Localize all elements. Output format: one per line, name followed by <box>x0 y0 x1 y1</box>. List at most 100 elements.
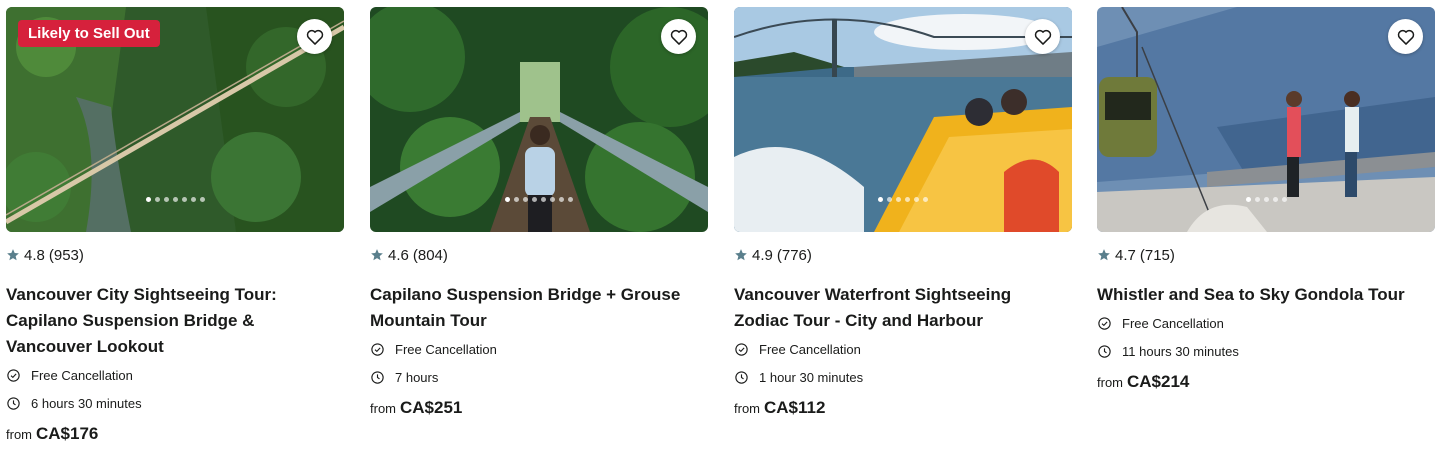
wishlist-heart-button[interactable] <box>661 19 696 54</box>
price-prefix: from <box>1097 375 1123 390</box>
tour-title-link[interactable]: Whistler and Sea to Sky Gondola Tour <box>1097 282 1427 308</box>
carousel-dot[interactable] <box>878 197 883 202</box>
cancellation-label: Free Cancellation <box>759 341 861 357</box>
carousel-dot[interactable] <box>923 197 928 202</box>
tour-card[interactable]: 4.9 (776) Vancouver Waterfront Sightseei… <box>734 7 1072 418</box>
duration-row: 7 hours <box>370 368 708 386</box>
carousel-dot[interactable] <box>1245 197 1251 202</box>
price-amount: CA$112 <box>764 398 826 417</box>
tour-card[interactable]: 4.6 (804) Capilano Suspension Bridge + G… <box>370 7 708 418</box>
clock-icon <box>1098 344 1111 358</box>
tour-title-link[interactable]: Vancouver Waterfront Sightseeing Zodiac … <box>734 282 1064 334</box>
rating-row: 4.8 (953) <box>6 245 344 265</box>
carousel-dot[interactable] <box>896 197 901 202</box>
price-amount: CA$251 <box>400 398 463 417</box>
rating-row: 4.9 (776) <box>734 245 1072 265</box>
star-icon <box>1098 249 1110 261</box>
cancellation-label: Free Cancellation <box>1122 315 1224 331</box>
carousel-dot[interactable] <box>1263 197 1269 202</box>
star-icon <box>371 249 383 261</box>
price-prefix: from <box>6 427 32 442</box>
cancellation-label: Free Cancellation <box>395 341 497 357</box>
clock-icon <box>735 370 748 384</box>
wishlist-heart-button[interactable] <box>297 19 332 54</box>
rating-row: 4.7 (715) <box>1097 245 1435 265</box>
star-icon <box>7 249 19 261</box>
carousel-dot[interactable] <box>1281 197 1287 202</box>
tour-card[interactable]: Likely to Sell Out 4.8 (953) Vancouver C… <box>6 7 344 444</box>
cancellation-label: Free Cancellation <box>31 367 133 383</box>
likely-to-sell-out-badge: Likely to Sell Out <box>18 20 160 47</box>
duration-row: 6 hours 30 minutes <box>6 394 344 412</box>
price-row: from CA$214 <box>1097 372 1435 392</box>
tour-title-link[interactable]: Capilano Suspension Bridge + Grouse Moun… <box>370 282 700 334</box>
carousel-dot[interactable] <box>199 197 205 202</box>
heart-icon <box>1034 29 1051 45</box>
duration-label: 11 hours 30 minutes <box>1122 343 1239 359</box>
clock-icon <box>7 396 20 410</box>
wishlist-heart-button[interactable] <box>1388 19 1423 54</box>
carousel-dot[interactable] <box>559 197 564 202</box>
check-circle-icon <box>735 342 748 356</box>
tour-photo-gondola[interactable] <box>1097 7 1435 232</box>
duration-label: 7 hours <box>395 369 439 385</box>
duration-row: 1 hour 30 minutes <box>734 368 1072 386</box>
tour-card[interactable]: 4.7 (715) Whistler and Sea to Sky Gondol… <box>1097 7 1435 392</box>
duration-label: 6 hours 30 minutes <box>31 395 142 411</box>
heart-icon <box>306 29 323 45</box>
price-row: from CA$112 <box>734 398 1072 418</box>
rating-value: 4.9 <box>752 246 773 264</box>
star-icon <box>735 249 747 261</box>
carousel-dots <box>370 197 708 202</box>
carousel-dot[interactable] <box>172 197 178 202</box>
review-count: (804) <box>412 246 448 264</box>
carousel-dot[interactable] <box>145 197 151 202</box>
carousel-dot[interactable] <box>905 197 910 202</box>
carousel-dot[interactable] <box>541 197 546 202</box>
carousel-dot[interactable] <box>163 197 169 202</box>
free-cancellation-row: Free Cancellation <box>370 340 708 358</box>
clock-icon <box>371 370 384 384</box>
carousel-dot[interactable] <box>532 197 537 202</box>
rating-value: 4.6 <box>388 246 409 264</box>
free-cancellation-row: Free Cancellation <box>734 340 1072 358</box>
free-cancellation-row: Free Cancellation <box>1097 314 1435 332</box>
carousel-dot[interactable] <box>550 197 555 202</box>
heart-icon <box>1397 29 1414 45</box>
price-amount: CA$176 <box>36 424 99 443</box>
review-count: (776) <box>776 246 812 264</box>
free-cancellation-row: Free Cancellation <box>6 366 344 384</box>
carousel-dot[interactable] <box>1254 197 1260 202</box>
wishlist-heart-button[interactable] <box>1025 19 1060 54</box>
check-circle-icon <box>1098 316 1111 330</box>
price-prefix: from <box>370 401 396 416</box>
carousel-dot[interactable] <box>523 197 528 202</box>
carousel-dot[interactable] <box>154 197 160 202</box>
price-amount: CA$214 <box>1127 372 1190 391</box>
tour-photo-hiker-bridge[interactable] <box>370 7 708 232</box>
carousel-dot[interactable] <box>181 197 187 202</box>
carousel-dot[interactable] <box>514 197 519 202</box>
rating-value: 4.8 <box>24 246 45 264</box>
price-row: from CA$176 <box>6 424 344 444</box>
review-count: (953) <box>48 246 84 264</box>
check-circle-icon <box>371 342 384 356</box>
review-count: (715) <box>1139 246 1175 264</box>
carousel-dot[interactable] <box>568 197 573 202</box>
heart-icon <box>670 29 687 45</box>
carousel-dot[interactable] <box>505 197 510 202</box>
carousel-dot[interactable] <box>1272 197 1278 202</box>
tour-title-link[interactable]: Vancouver City Sightseeing Tour: Capilan… <box>6 282 336 360</box>
tour-photo-capilano-canyon[interactable]: Likely to Sell Out <box>6 7 344 232</box>
carousel-dot[interactable] <box>914 197 919 202</box>
rating-row: 4.6 (804) <box>370 245 708 265</box>
carousel-dots <box>734 197 1072 202</box>
check-circle-icon <box>7 368 20 382</box>
price-prefix: from <box>734 401 760 416</box>
duration-row: 11 hours 30 minutes <box>1097 342 1435 360</box>
tour-photo-zodiac-boat[interactable] <box>734 7 1072 232</box>
carousel-dot[interactable] <box>190 197 196 202</box>
price-row: from CA$251 <box>370 398 708 418</box>
carousel-dots <box>6 197 344 202</box>
carousel-dot[interactable] <box>887 197 892 202</box>
